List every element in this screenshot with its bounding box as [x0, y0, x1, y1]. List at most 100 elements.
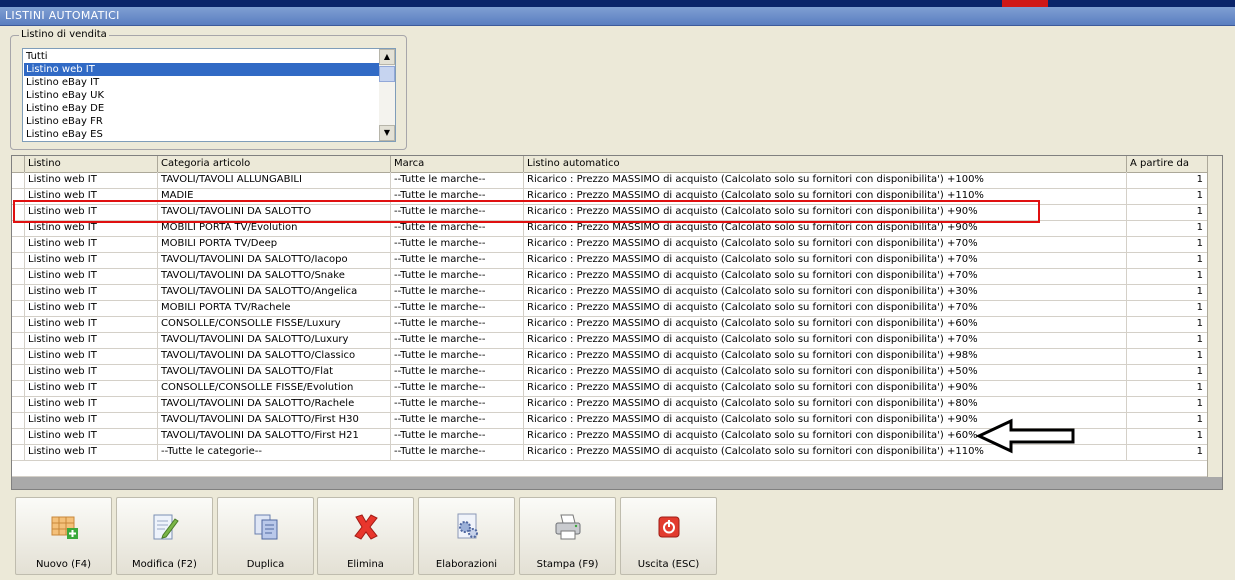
- cell-marca: --Tutte le marche--: [391, 412, 524, 428]
- row-indicator[interactable]: [12, 380, 25, 396]
- row-indicator[interactable]: [12, 428, 25, 444]
- row-indicator[interactable]: [12, 284, 25, 300]
- table-row[interactable]: Listino web IT TAVOLI/TAVOLINI DA SALOTTO…: [12, 268, 1208, 285]
- cell-listino-automatico: Ricarico : Prezzo MASSIMO di acquisto (C…: [524, 316, 1127, 332]
- cell-listino-automatico: Ricarico : Prezzo MASSIMO di acquisto (C…: [524, 172, 1127, 188]
- listbox-scrollbar[interactable]: ▲ ▼: [379, 49, 395, 141]
- cell-listino: Listino web IT: [25, 364, 158, 380]
- cell-listino-automatico: Ricarico : Prezzo MASSIMO di acquisto (C…: [524, 380, 1127, 396]
- process-button[interactable]: Elaborazioni: [418, 497, 515, 575]
- row-indicator[interactable]: [12, 268, 25, 284]
- cell-marca: --Tutte le marche--: [391, 364, 524, 380]
- exit-button[interactable]: Uscita (ESC): [620, 497, 717, 575]
- listino-vendita-label: Listino di vendita: [19, 29, 109, 40]
- cell-marca: --Tutte le marche--: [391, 172, 524, 188]
- scroll-down-icon[interactable]: ▼: [379, 125, 395, 141]
- row-indicator[interactable]: [12, 332, 25, 348]
- cell-categoria: TAVOLI/TAVOLINI DA SALOTTO/First H30: [158, 412, 391, 428]
- column-header-marca[interactable]: Marca: [391, 156, 524, 172]
- cell-listino: Listino web IT: [25, 284, 158, 300]
- cell-marca: --Tutte le marche--: [391, 444, 524, 460]
- column-header-a-partire-da[interactable]: A partire da: [1127, 156, 1208, 172]
- table-row[interactable]: Listino web IT TAVOLI/TAVOLINI DA SALOTTO…: [12, 348, 1208, 365]
- edit-button[interactable]: Modifica (F2): [116, 497, 213, 575]
- print-button[interactable]: Stampa (F9): [519, 497, 616, 575]
- table-row[interactable]: Listino web IT CONSOLLE/CONSOLLE FISSE/Lu…: [12, 316, 1208, 333]
- duplicate-button[interactable]: Duplica: [217, 497, 314, 575]
- cell-listino-automatico: Ricarico : Prezzo MASSIMO di acquisto (C…: [524, 252, 1127, 268]
- scroll-thumb[interactable]: [379, 66, 395, 82]
- listbox-item[interactable]: Listino eBay ES: [24, 128, 379, 141]
- row-indicator[interactable]: [12, 444, 25, 460]
- cell-a-partire-da: 1: [1127, 204, 1208, 220]
- left-arrow-annotation-icon: [975, 418, 1075, 454]
- cell-listino: Listino web IT: [25, 444, 158, 460]
- new-button-label: Nuovo (F4): [35, 559, 92, 570]
- exit-icon: [658, 516, 680, 538]
- table-row[interactable]: Listino web IT TAVOLI/TAVOLINI DA SALOTTO…: [12, 396, 1208, 413]
- cell-categoria: TAVOLI/TAVOLINI DA SALOTTO/Snake: [158, 268, 391, 284]
- title-bar: LISTINI AUTOMATICI: [0, 7, 1235, 26]
- row-indicator[interactable]: [12, 348, 25, 364]
- row-indicator[interactable]: [12, 412, 25, 428]
- table-row[interactable]: Listino web IT TAVOLI/TAVOLINI DA SALOTTO…: [12, 364, 1208, 381]
- cell-categoria: TAVOLI/TAVOLINI DA SALOTTO/Iacopo: [158, 252, 391, 268]
- listino-vendita-listbox[interactable]: Tutti Listino web IT Listino eBay IT Lis…: [22, 48, 396, 142]
- table-row[interactable]: Listino web IT TAVOLI/TAVOLI ALLUNGABILI -…: [12, 172, 1208, 189]
- table-row[interactable]: Listino web IT MOBILI PORTA TV/Rachele --T…: [12, 300, 1208, 317]
- cell-listino-automatico: Ricarico : Prezzo MASSIMO di acquisto (C…: [524, 332, 1127, 348]
- row-indicator[interactable]: [12, 236, 25, 252]
- duplicate-icon: [254, 514, 278, 540]
- table-row[interactable]: Listino web IT CONSOLLE/CONSOLLE FISSE/Ev…: [12, 380, 1208, 397]
- table-row[interactable]: Listino web IT TAVOLI/TAVOLINI DA SALOTTO…: [12, 332, 1208, 349]
- cell-listino: Listino web IT: [25, 300, 158, 316]
- listbox-item[interactable]: Tutti: [24, 50, 379, 63]
- cell-listino: Listino web IT: [25, 316, 158, 332]
- cell-categoria: MOBILI PORTA TV/Rachele: [158, 300, 391, 316]
- edit-icon: [153, 514, 179, 540]
- row-indicator[interactable]: [12, 300, 25, 316]
- cell-a-partire-da: 1: [1127, 348, 1208, 364]
- window-title: LISTINI AUTOMATICI: [5, 9, 120, 22]
- grid-right-area: [1207, 156, 1222, 489]
- cell-categoria: TAVOLI/TAVOLINI DA SALOTTO/First H21: [158, 428, 391, 444]
- cell-listino: Listino web IT: [25, 236, 158, 252]
- listbox-item[interactable]: Listino eBay DE: [24, 102, 379, 115]
- table-row[interactable]: Listino web IT TAVOLI/TAVOLINI DA SALOTTO…: [12, 252, 1208, 269]
- scroll-up-icon[interactable]: ▲: [379, 49, 395, 65]
- cell-listino-automatico: Ricarico : Prezzo MASSIMO di acquisto (C…: [524, 300, 1127, 316]
- table-row[interactable]: Listino web IT MOBILI PORTA TV/Deep --Tutt…: [12, 236, 1208, 253]
- listbox-item[interactable]: Listino eBay FR: [24, 115, 379, 128]
- column-header-categoria[interactable]: Categoria articolo: [158, 156, 391, 172]
- new-button[interactable]: Nuovo (F4): [15, 497, 112, 575]
- cell-categoria: TAVOLI/TAVOLINI DA SALOTTO/Angelica: [158, 284, 391, 300]
- cell-marca: --Tutte le marche--: [391, 348, 524, 364]
- cell-marca: --Tutte le marche--: [391, 284, 524, 300]
- listbox-item-selected[interactable]: Listino web IT: [24, 63, 379, 76]
- cell-marca: --Tutte le marche--: [391, 428, 524, 444]
- listbox-item[interactable]: Listino eBay IT: [24, 76, 379, 89]
- column-header-listino-automatico[interactable]: Listino automatico: [524, 156, 1127, 172]
- row-indicator[interactable]: [12, 396, 25, 412]
- row-indicator[interactable]: [12, 316, 25, 332]
- column-header-listino[interactable]: Listino: [25, 156, 158, 172]
- table-row-empty[interactable]: [12, 460, 1208, 477]
- cell-marca: --Tutte le marche--: [391, 332, 524, 348]
- listino-vendita-group: Listino di vendita Tutti Listino web IT …: [10, 29, 407, 150]
- delete-button[interactable]: Elimina: [317, 497, 414, 575]
- cell-listino: Listino web IT: [25, 268, 158, 284]
- cell-categoria: TAVOLI/TAVOLINI DA SALOTTO/Classico: [158, 348, 391, 364]
- listbox-item[interactable]: Listino eBay UK: [24, 89, 379, 102]
- cell-categoria: --Tutte le categorie--: [158, 444, 391, 460]
- cell-listino-automatico: Ricarico : Prezzo MASSIMO di acquisto (C…: [524, 348, 1127, 364]
- cell-a-partire-da: 1: [1127, 284, 1208, 300]
- table-row[interactable]: Listino web IT TAVOLI/TAVOLINI DA SALOTTO…: [12, 284, 1208, 301]
- cell-marca: --Tutte le marche--: [391, 396, 524, 412]
- row-indicator[interactable]: [12, 252, 25, 268]
- exit-button-label: Uscita (ESC): [637, 559, 700, 570]
- delete-button-label: Elimina: [347, 559, 384, 570]
- cell-a-partire-da: 1: [1127, 252, 1208, 268]
- row-indicator[interactable]: [12, 172, 25, 188]
- row-indicator[interactable]: [12, 364, 25, 380]
- process-icon: [457, 513, 478, 539]
